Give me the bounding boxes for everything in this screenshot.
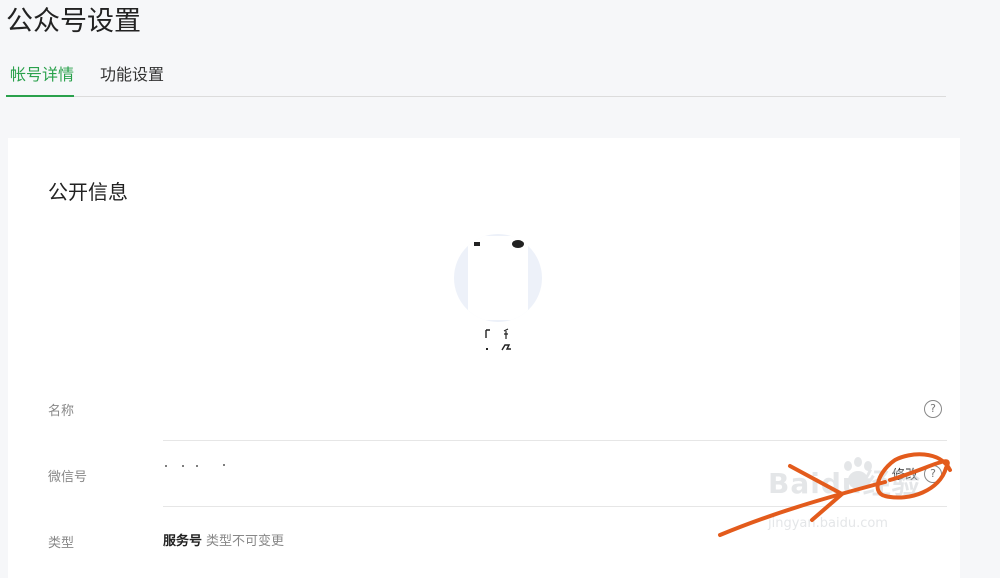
wechat-id-redacted-value [165, 464, 225, 467]
row-divider [163, 440, 947, 441]
avatar[interactable] [454, 234, 542, 322]
nickname-redacted-text [485, 328, 511, 351]
tab-bar: 帐号详情 功能设置 [6, 60, 946, 97]
watermark: Baidu经验 jingyan.baidu.com [762, 456, 962, 546]
avatar-image [468, 236, 528, 320]
section-title: 公开信息 [48, 180, 128, 204]
tab-feature-settings[interactable]: 功能设置 [100, 64, 164, 86]
watermark-sub: jingyan.baidu.com [768, 516, 888, 531]
wechat-id-label: 微信号 [48, 470, 88, 485]
tab-account-details[interactable]: 帐号详情 [10, 64, 74, 86]
name-help-icon[interactable]: ? [924, 400, 942, 418]
type-label: 类型 [48, 536, 75, 551]
type-value: 服务号 类型不可变更 [163, 530, 284, 549]
type-value-text: 服务号 [163, 534, 203, 549]
name-label: 名称 [48, 404, 75, 419]
watermark-main: Baidu经验 [768, 467, 921, 500]
type-note: 类型不可变更 [206, 534, 285, 549]
page-title: 公众号设置 [6, 6, 141, 37]
tab-active-indicator [6, 95, 74, 97]
